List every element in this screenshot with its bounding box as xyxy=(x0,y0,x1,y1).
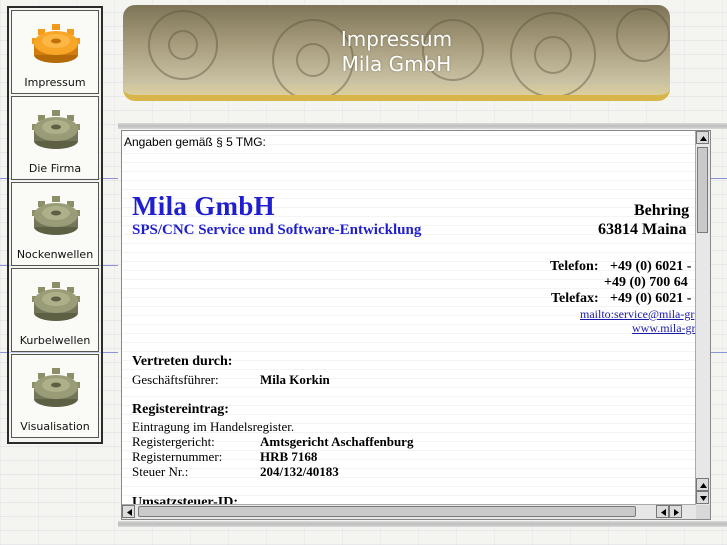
company-name: Mila GmbH xyxy=(132,191,275,221)
phone-value-1: +49 (0) 6021 - xyxy=(610,259,692,274)
register-text: Eintragung im Handelsregister. xyxy=(132,419,295,434)
register-heading: Registereintrag: xyxy=(132,402,229,417)
regnum-row: Registernummer: HRB 7168 xyxy=(132,449,317,465)
scrollbar-corner xyxy=(696,505,710,519)
gear-icon xyxy=(32,368,80,407)
court-label: Registergericht: xyxy=(132,434,215,449)
address-city: 63814 Maina xyxy=(598,221,687,238)
nav-label: Kurbelwellen xyxy=(19,334,91,347)
vertical-scrollbar[interactable] xyxy=(695,131,710,505)
nav-item-impressum[interactable]: Impressum xyxy=(11,10,99,94)
phone-value-2: +49 (0) 700 64 xyxy=(604,275,688,290)
fax-label: Telefax: xyxy=(551,291,599,306)
content-frame: Angaben gemäß § 5 TMG: Mila GmbH SPS/CNC… xyxy=(121,130,711,520)
ceo-value: Mila Korkin xyxy=(260,372,330,387)
ceo-row: Geschäftsführer: Mila Korkin xyxy=(132,372,330,388)
tax-row: Steuer Nr.: 204/132/40183 xyxy=(132,464,339,480)
website-link[interactable]: www.mila-gr xyxy=(632,321,696,336)
ceo-label: Geschäftsführer: xyxy=(132,372,219,387)
arrow-right-icon xyxy=(674,509,679,516)
address-street: Behring xyxy=(634,202,690,219)
regnum-value: HRB 7168 xyxy=(260,449,318,464)
scroll-up-button-lower[interactable] xyxy=(696,478,709,491)
nav-label: Die Firma xyxy=(28,162,82,175)
vertical-scroll-thumb[interactable] xyxy=(697,147,708,233)
arrow-up-icon xyxy=(700,483,707,488)
nav-item-kurbelwellen[interactable]: Kurbelwellen xyxy=(11,268,99,352)
content-area: Angaben gemäß § 5 TMG: Mila GmbH SPS/CNC… xyxy=(122,131,696,505)
arrow-down-icon xyxy=(700,496,707,501)
banner-title-line2: Mila GmbH xyxy=(341,52,452,76)
court-row: Registergericht: Amtsgericht Aschaffenbur… xyxy=(132,434,413,450)
gear-icon xyxy=(32,282,80,321)
email-link[interactable]: mailto:service@mila-gr xyxy=(580,307,694,322)
intro-text: Angaben gemäß § 5 TMG: xyxy=(124,135,266,149)
horizontal-scrollbar[interactable] xyxy=(122,504,696,519)
scroll-up-button[interactable] xyxy=(696,131,709,144)
header-banner: Impressum Mila GmbH xyxy=(123,5,670,101)
nav-label: Nockenwellen xyxy=(16,248,94,261)
regnum-label: Registernummer: xyxy=(132,449,223,464)
gear-icon xyxy=(32,196,80,235)
nav-label: Visualisation xyxy=(20,420,90,433)
sidebar-nav: Impressum Die Firma Nockenwellen Kurbelw… xyxy=(7,6,103,444)
scroll-down-button[interactable] xyxy=(696,491,709,504)
nav-item-nockenwellen[interactable]: Nockenwellen xyxy=(11,182,99,266)
court-value: Amtsgericht Aschaffenburg xyxy=(260,434,414,449)
tax-label: Steuer Nr.: xyxy=(132,464,189,479)
fax-value: +49 (0) 6021 - xyxy=(610,291,692,306)
tax-value: 204/132/40183 xyxy=(260,464,339,479)
separator-strip xyxy=(118,123,727,129)
gear-icon xyxy=(32,110,80,149)
phone-label: Telefon: xyxy=(550,259,599,274)
separator-strip xyxy=(118,521,727,527)
horizontal-scroll-thumb[interactable] xyxy=(138,506,636,517)
nav-label: Impressum xyxy=(24,76,86,89)
arrow-left-icon xyxy=(127,509,132,516)
banner-title: Impressum Mila GmbH xyxy=(123,27,670,77)
nav-item-visualisation[interactable]: Visualisation xyxy=(11,354,99,438)
divider xyxy=(709,178,727,179)
gear-orange-icon xyxy=(32,24,80,63)
scroll-left-button-lower[interactable] xyxy=(656,505,669,518)
nav-item-die-firma[interactable]: Die Firma xyxy=(11,96,99,180)
arrow-left-icon xyxy=(661,509,666,516)
banner-title-line1: Impressum xyxy=(340,27,453,51)
represented-heading: Vertreten durch: xyxy=(132,354,233,369)
divider xyxy=(709,352,727,353)
scroll-left-button[interactable] xyxy=(122,505,135,518)
company-tagline: SPS/CNC Service und Software-Entwicklung xyxy=(132,222,422,238)
scroll-right-button[interactable] xyxy=(669,505,682,518)
arrow-up-icon xyxy=(700,136,707,141)
